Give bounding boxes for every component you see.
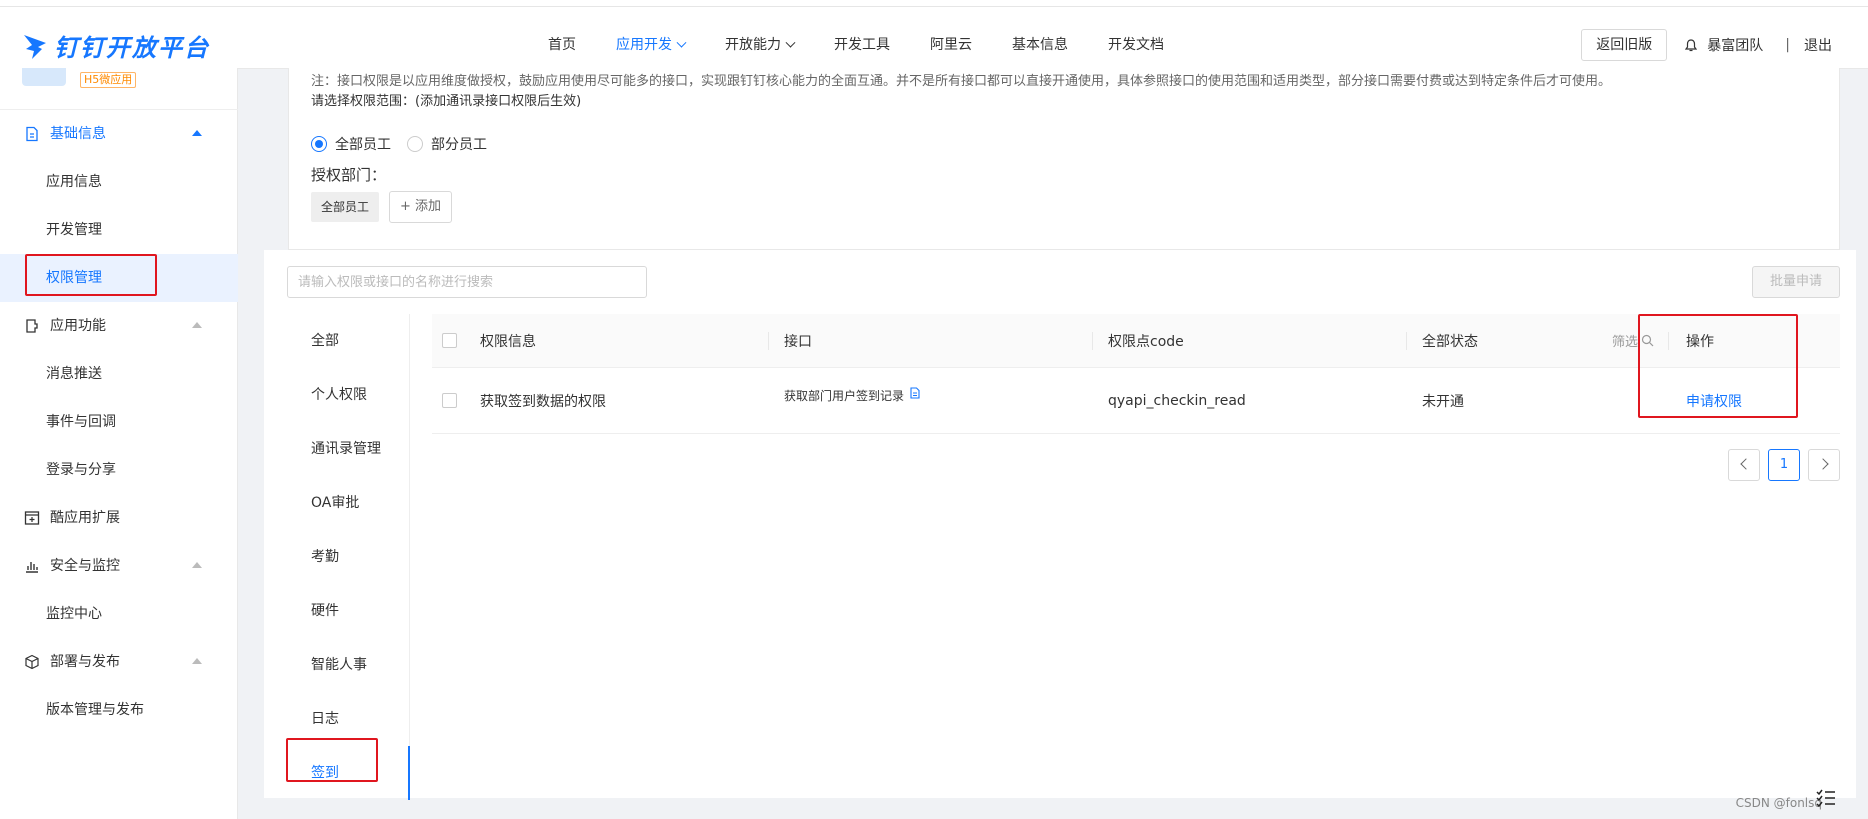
category-item[interactable]: 个人权限 <box>288 368 410 422</box>
batch-apply-button[interactable]: 批量申请 <box>1752 266 1840 298</box>
nav-app-dev[interactable]: 应用开发 <box>616 6 687 74</box>
bar-chart-icon <box>26 562 38 573</box>
nav-dev-docs[interactable]: 开发文档 <box>1108 6 1164 74</box>
chevron-left-icon <box>1739 458 1752 470</box>
chevron-up-icon <box>192 322 202 328</box>
chevron-up-icon <box>192 658 202 664</box>
sidebar: H5微应用 基础信息 应用信息 开发管理 权限管理 应用功能 消息推送 事件与回… <box>0 68 238 819</box>
nav-dev-tools[interactable]: 开发工具 <box>834 6 890 74</box>
header-status: 全部状态 <box>1422 333 1478 350</box>
highlight-box-permission-manage <box>25 254 157 296</box>
logout-link[interactable]: 退出 <box>1804 35 1832 55</box>
nav-open-capability[interactable]: 开放能力 <box>725 6 796 74</box>
highlight-box-checkin-category <box>286 738 378 782</box>
row-perm-info: 获取签到数据的权限 <box>480 393 606 410</box>
sidebar-item-message-push[interactable]: 消息推送 <box>0 350 238 398</box>
sidebar-group-app-features[interactable]: 应用功能 <box>0 302 238 350</box>
main-nav: 首页 应用开发 开放能力 开发工具 阿里云 基本信息 开发文档 <box>548 6 1204 74</box>
dingtalk-logo-icon <box>24 34 46 59</box>
scope-radio-group: 全部员工 部分员工 <box>311 134 487 154</box>
document-link-icon[interactable] <box>910 387 920 399</box>
brand-logo[interactable]: 钉钉开放平台 <box>22 28 210 63</box>
chevron-down-icon <box>676 37 687 48</box>
app-icon <box>22 68 66 86</box>
top-right-actions: 返回旧版 暴富团队 | 退出 <box>1581 29 1832 61</box>
table-header: 权限信息 接口 权限点code 全部状态 筛选 操作 <box>432 314 1840 368</box>
brand-name: 钉钉开放平台 <box>54 34 210 62</box>
sidebar-item-monitor-center[interactable]: 监控中心 <box>0 590 238 638</box>
bell-icon[interactable] <box>1685 38 1698 52</box>
chevron-up-icon <box>192 130 202 136</box>
row-checkbox[interactable] <box>442 393 457 408</box>
column-separator <box>768 332 769 350</box>
auth-dept-label: 授权部门： <box>311 166 387 184</box>
chevron-right-icon <box>1816 458 1829 470</box>
cube-icon <box>25 654 39 670</box>
permission-note: 注：接口权限是以应用维度做授权，鼓励应用使用尽可能多的接口，实现跟钉钉核心能力的… <box>311 74 1612 89</box>
add-box-icon <box>24 511 40 525</box>
column-separator <box>1406 332 1407 350</box>
next-page-button[interactable] <box>1808 449 1840 481</box>
category-item[interactable]: 全部 <box>288 314 410 368</box>
select-all-checkbox[interactable] <box>442 333 457 348</box>
header-api: 接口 <box>784 333 812 350</box>
chevron-up-icon <box>192 562 202 568</box>
separator: | <box>1785 37 1790 53</box>
list-check-icon[interactable] <box>1814 786 1838 810</box>
sidebar-group-basic-info[interactable]: 基础信息 <box>0 110 238 158</box>
document-icon <box>26 126 38 142</box>
nav-basic-info[interactable]: 基本信息 <box>1012 6 1068 74</box>
back-old-version-button[interactable]: 返回旧版 <box>1581 29 1668 61</box>
category-item[interactable]: OA审批 <box>288 476 410 530</box>
category-list: 全部 个人权限 通讯录管理 OA审批 考勤 硬件 智能人事 日志 签到 <box>288 314 410 800</box>
nav-aliyun[interactable]: 阿里云 <box>930 6 972 74</box>
sidebar-item-app-info[interactable]: 应用信息 <box>0 158 238 206</box>
category-item[interactable]: 智能人事 <box>288 638 410 692</box>
category-item[interactable]: 通讯录管理 <box>288 422 410 476</box>
highlight-box-action-column <box>1638 314 1798 418</box>
category-item[interactable]: 考勤 <box>288 530 410 584</box>
plus-icon: + <box>400 199 416 214</box>
app-type-badge: H5微应用 <box>80 72 137 88</box>
watermark: CSDN @fonlsq <box>1735 796 1822 810</box>
sidebar-item-version-release[interactable]: 版本管理与发布 <box>0 686 238 734</box>
table-row: 获取签到数据的权限 获取部门用户签到记录 qyapi_checkin_read … <box>432 368 1840 434</box>
permission-scope-card: 注：接口权限是以应用维度做授权，鼓励应用使用尽可能多的接口，实现跟钉钉核心能力的… <box>288 68 1840 250</box>
radio-part-employees[interactable] <box>407 136 423 152</box>
sidebar-item-login-share[interactable]: 登录与分享 <box>0 446 238 494</box>
plugin-icon <box>26 319 38 333</box>
row-code: qyapi_checkin_read <box>1108 392 1246 409</box>
search-input[interactable] <box>287 266 647 298</box>
sidebar-group-cool-app[interactable]: 酷应用扩展 <box>0 494 238 542</box>
add-dept-button[interactable]: + 添加 <box>389 191 453 223</box>
nav-home[interactable]: 首页 <box>548 6 576 74</box>
team-name[interactable]: 暴富团队 <box>1707 35 1763 55</box>
sidebar-item-dev-manage[interactable]: 开发管理 <box>0 206 238 254</box>
dept-tag: 全部员工 <box>311 192 380 222</box>
radio-all-employees[interactable] <box>311 136 327 152</box>
category-item[interactable]: 硬件 <box>288 584 410 638</box>
sidebar-group-security[interactable]: 安全与监控 <box>0 542 238 590</box>
header-code: 权限点code <box>1108 333 1184 350</box>
page-number[interactable]: 1 <box>1768 449 1800 481</box>
top-navbar: 钉钉开放平台 首页 应用开发 开放能力 开发工具 阿里云 基本信息 开发文档 返… <box>0 0 1868 74</box>
row-api: 获取部门用户签到记录 <box>784 368 920 433</box>
column-separator <box>1092 332 1093 350</box>
header-perm-info: 权限信息 <box>480 333 536 350</box>
scope-label: 请选择权限范围：(添加通讯录接口权限后生效) <box>311 94 582 109</box>
prev-page-button[interactable] <box>1728 449 1760 481</box>
sidebar-group-deploy[interactable]: 部署与发布 <box>0 638 238 686</box>
sidebar-item-event-callback[interactable]: 事件与回调 <box>0 398 238 446</box>
radio-all-employees-label[interactable]: 全部员工 <box>335 134 391 154</box>
row-status: 未开通 <box>1422 393 1464 410</box>
chevron-down-icon <box>785 37 796 48</box>
top-divider <box>0 6 1868 7</box>
radio-part-employees-label[interactable]: 部分员工 <box>431 134 487 154</box>
